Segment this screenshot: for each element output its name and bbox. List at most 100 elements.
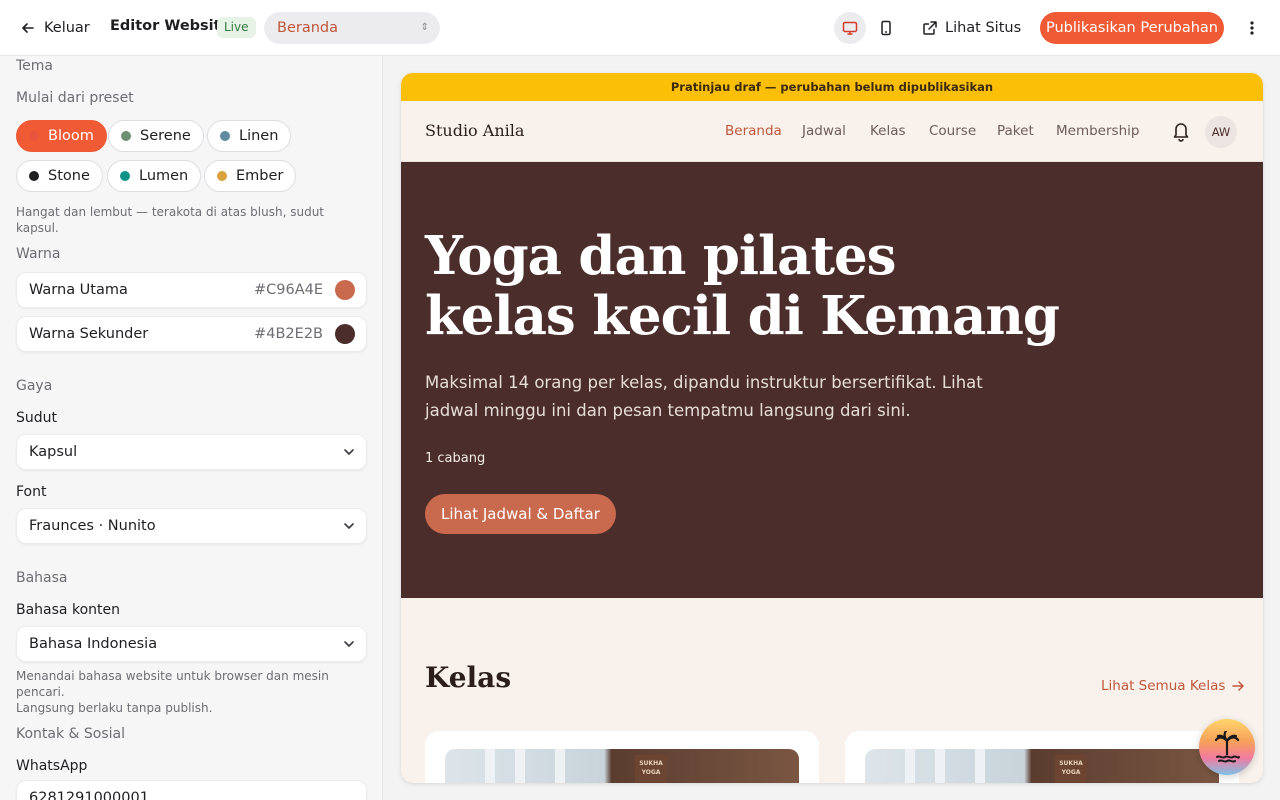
preset-hint: Hangat dan lembut — terakota di atas blu… (16, 205, 325, 235)
color-dot-icon (121, 131, 131, 141)
nav-link-jadwal[interactable]: Jadwal (802, 123, 846, 139)
preset-label-serene: Serene (140, 128, 191, 144)
nav-link-course[interactable]: Course (929, 123, 976, 139)
preset-label-bloom: Bloom (48, 128, 94, 144)
preset-label-ember: Ember (236, 168, 284, 184)
mobile-view-button[interactable] (870, 12, 902, 44)
window-strip (485, 749, 495, 783)
back-label: Keluar (44, 20, 90, 36)
secondary-color-hex: #4B2E2B (254, 326, 323, 342)
class-card-image: SUKHA YOGA (865, 749, 1219, 783)
language-select[interactable]: Bahasa Indonesia (16, 626, 367, 662)
section-style: Gaya (16, 378, 53, 394)
see-all-label: Lihat Semua Kelas (1101, 678, 1226, 694)
more-options-button[interactable] (1240, 16, 1264, 40)
site-brand[interactable]: Studio Anila (425, 121, 524, 140)
sign-line2: YOGA (1061, 769, 1081, 776)
class-card[interactable]: SUKHA YOGA (845, 731, 1239, 783)
language-hint-line1: Menandai bahasa website untuk browser da… (16, 669, 329, 699)
arrow-left-icon (22, 23, 34, 33)
section-language: Bahasa (16, 570, 68, 586)
color-dot-icon (29, 171, 39, 181)
preset-lumen[interactable]: Lumen (107, 160, 202, 192)
site-navbar: Studio Anila Beranda Jadwal Kelas Course… (401, 101, 1263, 162)
editor-title: Editor Website (110, 18, 231, 34)
view-site-button[interactable]: Lihat Situs (922, 16, 1021, 40)
corner-value: Kapsul (29, 444, 78, 460)
more-vertical-icon (1250, 21, 1254, 35)
language-value: Bahasa Indonesia (29, 636, 158, 652)
preset-stone[interactable]: Stone (16, 160, 103, 192)
publish-button[interactable]: Publikasikan Perubahan (1040, 12, 1224, 44)
external-link-icon (923, 21, 937, 35)
window-strip (555, 749, 565, 783)
chevron-down-icon (344, 523, 354, 529)
preset-serene[interactable]: Serene (108, 120, 204, 152)
primary-color-label: Warna Utama (29, 282, 128, 298)
chevron-down-icon (344, 641, 354, 647)
preset-linen[interactable]: Linen (207, 120, 292, 152)
section-theme: Tema (16, 58, 54, 74)
preset-bloom[interactable]: Bloom (16, 120, 107, 152)
whatsapp-label: WhatsApp (16, 758, 88, 774)
corner-select[interactable]: Kapsul (16, 434, 367, 470)
branch-count: 1 cabang (425, 451, 486, 466)
color-dot-icon (217, 171, 227, 181)
secondary-color-label: Warna Sekunder (29, 326, 149, 342)
color-dot-icon (29, 131, 39, 141)
class-card[interactable]: SUKHA YOGA (425, 731, 819, 783)
studio-sign: SUKHA YOGA (1055, 755, 1087, 783)
sign-line1: SUKHA (1059, 760, 1083, 767)
window-strip (935, 749, 945, 783)
secondary-color-field[interactable]: Warna Sekunder #4B2E2B (16, 316, 367, 352)
page-select-value: Beranda (277, 20, 338, 36)
editor-topbar: Keluar Editor Website Live Beranda ⇕ Lih… (0, 0, 1280, 56)
chevron-down-icon (344, 449, 354, 455)
settings-sidebar[interactable]: Tema Mulai dari preset Bloom Serene Line… (0, 56, 383, 800)
language-hint-line2: Langsung berlaku tanpa publish. (16, 701, 213, 715)
window-strip (975, 749, 985, 783)
sign-line1: SUKHA (639, 760, 663, 767)
class-card-image: SUKHA YOGA (445, 749, 799, 783)
avatar[interactable]: AW (1205, 116, 1237, 148)
assistant-fab[interactable] (1199, 719, 1255, 775)
desktop-view-button[interactable] (834, 12, 866, 44)
studio-sign: SUKHA YOGA (635, 755, 667, 783)
site-preview[interactable]: Pratinjau draf — perubahan belum dipubli… (401, 73, 1263, 783)
nav-link-membership[interactable]: Membership (1056, 123, 1139, 139)
hero-title: Yoga dan pilates kelas kecil di Kemang (425, 226, 1145, 346)
secondary-color-swatch[interactable] (335, 324, 355, 344)
section-colors: Warna (16, 246, 61, 262)
see-all-classes-link[interactable]: Lihat Semua Kelas (1101, 678, 1245, 694)
preset-label-stone: Stone (48, 168, 90, 184)
preset-label-lumen: Lumen (139, 168, 189, 184)
hero-cta-button[interactable]: Lihat Jadwal & Daftar (425, 494, 616, 534)
arrow-right-icon (1232, 681, 1245, 691)
nav-link-beranda[interactable]: Beranda (725, 123, 782, 139)
whatsapp-input[interactable]: 6281291000001 (16, 780, 367, 800)
whatsapp-value: 6281291000001 (29, 790, 149, 800)
content-language-label: Bahasa konten (16, 602, 120, 618)
page-select[interactable]: Beranda ⇕ (264, 12, 440, 44)
primary-color-field[interactable]: Warna Utama #C96A4E (16, 272, 367, 308)
hero-title-line2: kelas kecil di Kemang (425, 285, 1060, 347)
corner-label: Sudut (16, 410, 58, 426)
preset-ember[interactable]: Ember (204, 160, 297, 192)
chevron-updown-icon: ⇕ (420, 22, 429, 33)
window-strip (905, 749, 915, 783)
window-strip (515, 749, 525, 783)
primary-color-swatch[interactable] (335, 280, 355, 300)
hero-description: Maksimal 14 orang per kelas, dipandu ins… (425, 369, 1005, 425)
language-hint: Menandai bahasa website untuk browser da… (16, 668, 366, 716)
back-button[interactable]: Keluar (20, 16, 90, 40)
bell-icon[interactable] (1171, 120, 1191, 142)
font-select[interactable]: Fraunces · Nunito (16, 508, 367, 544)
font-label: Font (16, 484, 47, 500)
font-value: Fraunces · Nunito (29, 518, 156, 534)
hero-title-line1: Yoga dan pilates (425, 225, 897, 287)
monitor-icon (842, 21, 858, 35)
nav-link-kelas[interactable]: Kelas (870, 123, 906, 139)
classes-heading: Kelas (425, 661, 512, 694)
nav-link-paket[interactable]: Paket (997, 123, 1034, 139)
palm-tree-icon (1214, 731, 1240, 763)
